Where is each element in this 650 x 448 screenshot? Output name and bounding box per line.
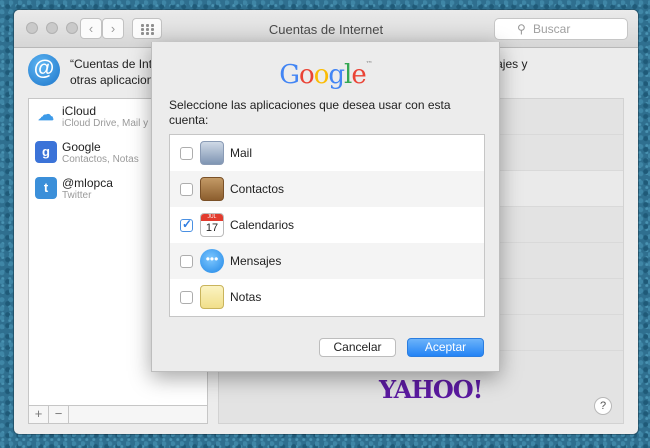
apps-table: Mail Contactos JUL 17 Calendarios ••• Me… — [169, 134, 485, 317]
messages-checkbox[interactable] — [180, 255, 193, 268]
account-services: Twitter — [62, 190, 92, 201]
contacts-checkbox[interactable] — [180, 183, 193, 196]
header-text-left: “Cuentas de Int — [70, 57, 153, 71]
app-label: Mail — [230, 146, 253, 160]
search-icon: ⚲ — [517, 22, 526, 36]
header-text-line2: otras aplicacion — [70, 73, 154, 87]
icloud-icon: ☁ — [35, 105, 57, 127]
contacts-icon — [200, 177, 224, 201]
account-services: iCloud Drive, Mail y — [62, 118, 149, 129]
add-account-button[interactable]: + — [29, 406, 49, 423]
mail-checkbox[interactable] — [180, 147, 193, 160]
yahoo-logo[interactable]: YAHOO! — [379, 375, 483, 404]
app-row-messages[interactable]: ••• Mensajes — [170, 243, 484, 279]
app-label: Notas — [230, 290, 262, 304]
app-label: Mensajes — [230, 254, 282, 268]
help-button[interactable]: ? — [594, 397, 612, 415]
at-sign-icon: @ — [28, 54, 60, 86]
app-row-mail[interactable]: Mail — [170, 135, 484, 171]
app-row-calendar[interactable]: JUL 17 Calendarios — [170, 207, 484, 243]
google-logo: Google™ — [279, 60, 372, 90]
app-label: Contactos — [230, 182, 285, 196]
account-name: @mlopca — [62, 176, 113, 190]
app-row-notes[interactable]: Notas — [170, 279, 484, 315]
search-placeholder: Buscar — [533, 22, 571, 36]
cancel-button[interactable]: Cancelar — [319, 338, 396, 357]
notes-icon — [200, 285, 224, 309]
accounts-list-toolbar: + − — [28, 406, 208, 424]
calendar-icon: JUL 17 — [200, 213, 224, 237]
account-name: Google — [62, 140, 101, 154]
mail-icon — [200, 141, 224, 165]
notes-checkbox[interactable] — [180, 291, 193, 304]
app-label: Calendarios — [230, 218, 295, 232]
app-row-contacts[interactable]: Contactos — [170, 171, 484, 207]
google-icon: g — [35, 141, 57, 163]
sheet-prompt: Seleccione las aplicaciones que desea us… — [169, 98, 451, 127]
messages-icon: ••• — [200, 249, 224, 273]
accept-button[interactable]: Aceptar — [407, 338, 484, 357]
calendar-checkbox[interactable] — [180, 217, 193, 232]
account-services: Contactos, Notas — [62, 154, 139, 165]
twitter-icon: t — [35, 177, 57, 199]
search-input[interactable]: ⚲ Buscar — [494, 18, 628, 40]
google-apps-sheet: Google™ Seleccione las aplicaciones que … — [151, 42, 500, 372]
remove-account-button[interactable]: − — [49, 406, 69, 423]
account-name: iCloud — [62, 104, 97, 118]
